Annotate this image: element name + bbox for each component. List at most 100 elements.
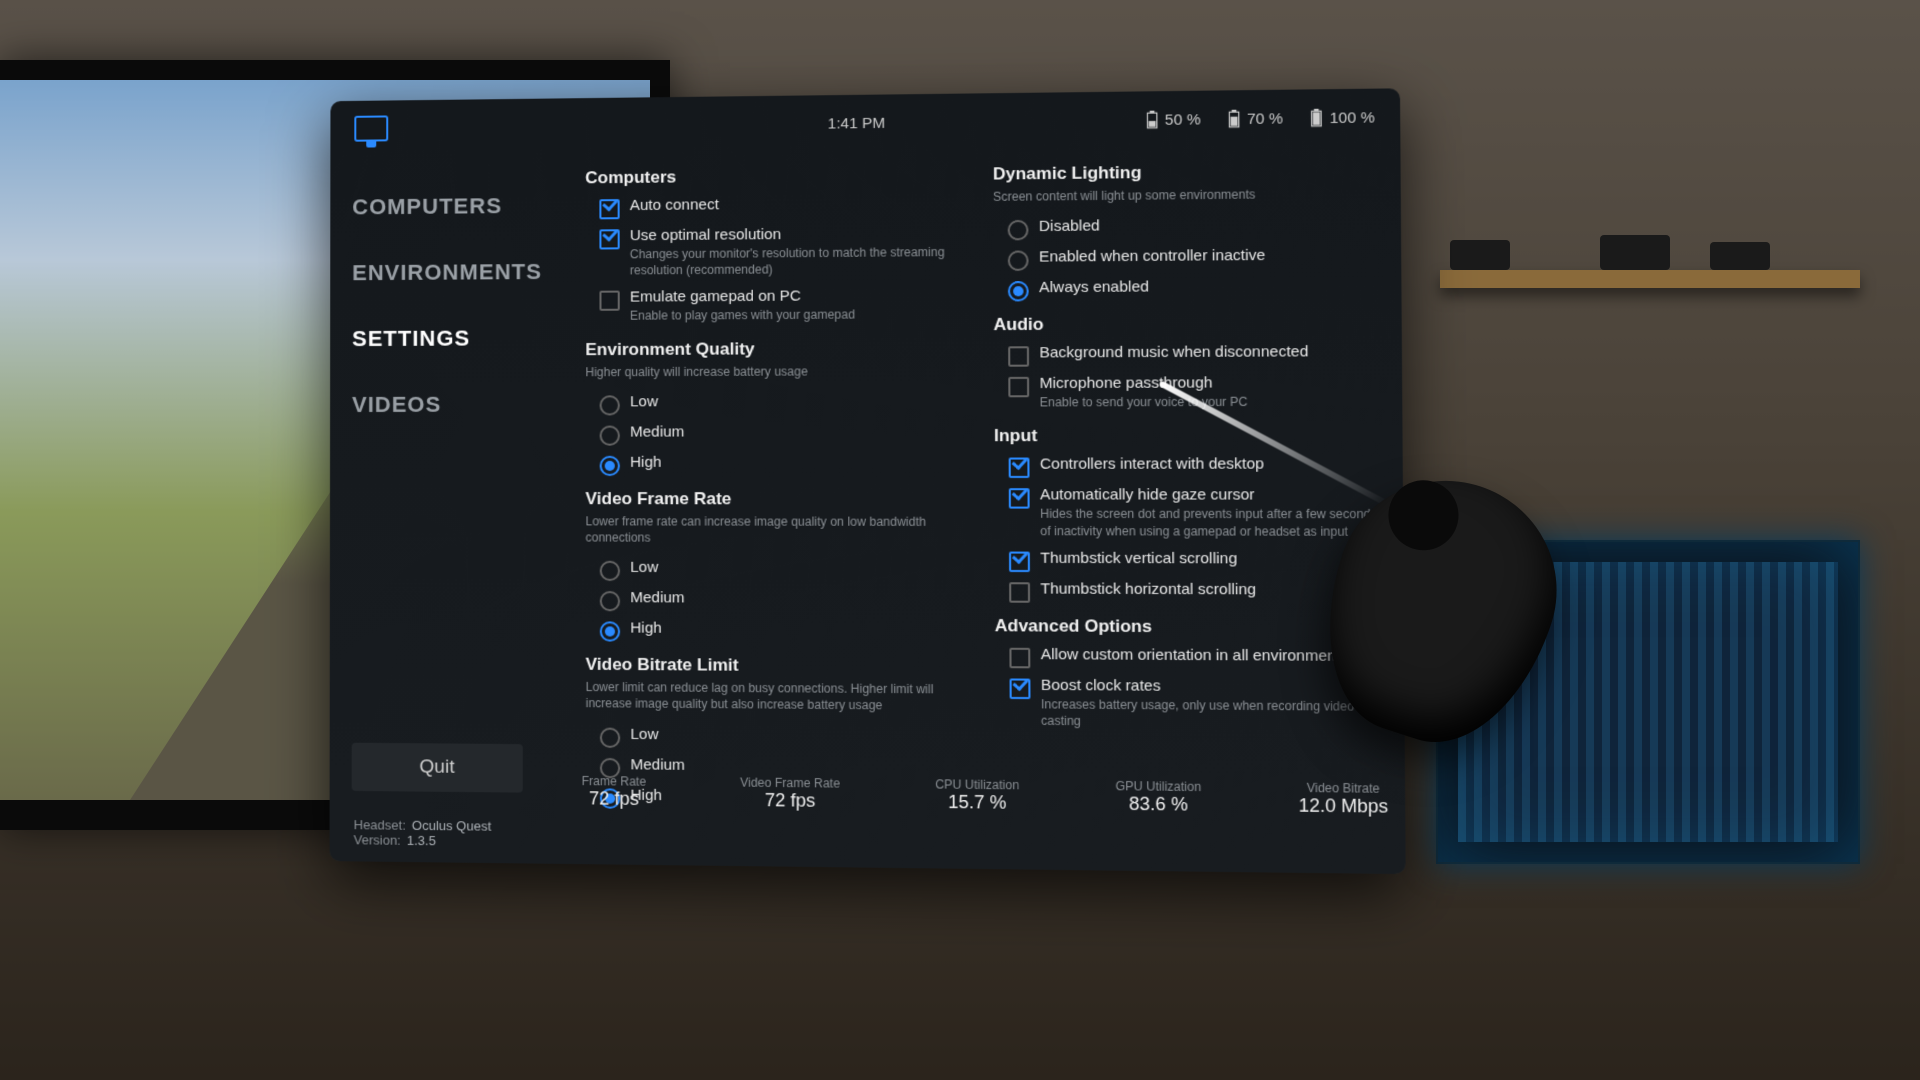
opt-dyn-disabled[interactable]: Disabled bbox=[993, 210, 1376, 244]
opt-allow-orientation[interactable]: Allow custom orientation in all environm… bbox=[995, 640, 1379, 673]
opt-vbl-low[interactable]: Low bbox=[586, 720, 960, 754]
section-sub: Higher quality will increase battery usa… bbox=[585, 362, 958, 380]
opt-label: Microphone passthrough bbox=[1040, 374, 1248, 392]
monitor-icon bbox=[354, 115, 388, 141]
opt-label: Low bbox=[630, 725, 658, 742]
opt-thumbstick-horizontal[interactable]: Thumbstick horizontal scrolling bbox=[995, 575, 1379, 607]
opt-use-optimal-resolution[interactable]: Use optimal resolution Changes your moni… bbox=[585, 219, 958, 284]
radio-icon bbox=[600, 425, 620, 445]
opt-label: Medium bbox=[630, 756, 684, 774]
nav-computers[interactable]: COMPUTERS bbox=[352, 172, 573, 240]
opt-boost-clock[interactable]: Boost clock rates Increases battery usag… bbox=[995, 671, 1379, 737]
opt-label: Low bbox=[630, 393, 658, 410]
section-env-quality: Environment Quality bbox=[585, 338, 958, 360]
radio-icon bbox=[600, 621, 620, 641]
opt-env-medium[interactable]: Medium bbox=[585, 418, 958, 449]
settings-content: Computers Auto connect Use optimal resol… bbox=[573, 146, 1406, 874]
opt-label: Thumbstick horizontal scrolling bbox=[1040, 580, 1256, 598]
left-column: Computers Auto connect Use optimal resol… bbox=[585, 154, 960, 868]
wall-shelf bbox=[1440, 270, 1860, 288]
battery-indicator: 100 % bbox=[1310, 108, 1374, 127]
checkbox-icon bbox=[1008, 346, 1029, 366]
checkbox-icon bbox=[1009, 647, 1030, 668]
battery-status-group: 50 % 70 % 100 % bbox=[1146, 108, 1375, 129]
opt-label: High bbox=[630, 453, 661, 470]
checkbox-icon bbox=[1009, 489, 1030, 509]
opt-vfr-medium[interactable]: Medium bbox=[586, 584, 960, 616]
opt-label: Auto connect bbox=[630, 196, 719, 214]
opt-label: Allow custom orientation in all environm… bbox=[1041, 646, 1349, 665]
opt-sublabel: Enable to play games with your gamepad bbox=[630, 307, 855, 325]
footer-info: Headset:Oculus Quest Version:1.3.5 bbox=[354, 817, 492, 849]
metric-video-bitrate: Video Bitrate12.0 Mbps bbox=[1298, 781, 1388, 818]
section-input: Input bbox=[994, 426, 1377, 447]
radio-icon bbox=[1008, 220, 1029, 241]
clock: 1:41 PM bbox=[828, 114, 886, 132]
metric-frame-rate: Frame Rate72 fps bbox=[582, 774, 647, 810]
radio-icon bbox=[600, 727, 620, 747]
checkbox-icon bbox=[1008, 377, 1029, 397]
opt-sublabel: Increases battery usage, only use when r… bbox=[1041, 696, 1379, 732]
opt-label: Automatically hide gaze cursor bbox=[1040, 487, 1377, 505]
nav-videos[interactable]: VIDEOS bbox=[352, 371, 573, 438]
opt-auto-connect[interactable]: Auto connect bbox=[585, 189, 958, 222]
opt-thumbstick-vertical[interactable]: Thumbstick vertical scrolling bbox=[994, 544, 1378, 576]
opt-label: High bbox=[630, 620, 661, 637]
section-sub: Lower frame rate can increase image qual… bbox=[585, 513, 959, 546]
opt-vfr-high[interactable]: High bbox=[586, 614, 960, 646]
opt-emulate-gamepad[interactable]: Emulate gamepad on PC Enable to play gam… bbox=[585, 282, 958, 330]
radio-icon bbox=[1008, 251, 1029, 272]
section-video-bitrate-limit: Video Bitrate Limit bbox=[586, 655, 960, 678]
nav-environments[interactable]: ENVIRONMENTS bbox=[352, 239, 573, 307]
opt-controllers-desktop[interactable]: Controllers interact with desktop bbox=[994, 450, 1377, 481]
radio-icon bbox=[600, 561, 620, 581]
radio-icon bbox=[600, 395, 620, 415]
checkbox-icon bbox=[599, 291, 619, 311]
radio-icon bbox=[600, 591, 620, 611]
checkbox-icon bbox=[1009, 551, 1030, 572]
section-sub: Lower limit can reduce lag on busy conne… bbox=[586, 679, 960, 714]
opt-label: Medium bbox=[630, 589, 684, 606]
nav-settings[interactable]: SETTINGS bbox=[352, 305, 573, 372]
sidebar: COMPUTERS ENVIRONMENTS SETTINGS VIDEOS Q… bbox=[330, 154, 574, 864]
settings-panel: 1:41 PM 50 % 70 % 100 % COMPUTERS ENVIRO… bbox=[330, 88, 1406, 874]
opt-sublabel: Enable to send your voice to your PC bbox=[1040, 394, 1248, 411]
opt-mic-passthrough[interactable]: Microphone passthrough Enable to send yo… bbox=[994, 369, 1377, 416]
checkbox-icon bbox=[599, 229, 619, 249]
section-dynamic-lighting: Dynamic Lighting bbox=[993, 161, 1375, 185]
checkbox-icon bbox=[1009, 582, 1030, 603]
opt-label: Controllers interact with desktop bbox=[1040, 456, 1264, 474]
opt-label: Thumbstick vertical scrolling bbox=[1040, 549, 1237, 567]
section-audio: Audio bbox=[993, 313, 1376, 335]
battery-indicator: 50 % bbox=[1146, 110, 1201, 129]
metric-video-frame-rate: Video Frame Rate72 fps bbox=[740, 775, 840, 812]
opt-sublabel: Changes your monitor's resolution to mat… bbox=[630, 244, 958, 279]
opt-label: Boost clock rates bbox=[1041, 676, 1379, 696]
opt-label: Always enabled bbox=[1039, 278, 1149, 296]
opt-env-low[interactable]: Low bbox=[585, 387, 958, 418]
opt-label: Emulate gamepad on PC bbox=[630, 288, 855, 306]
checkbox-icon bbox=[599, 199, 619, 219]
right-column: Dynamic Lighting Screen content will lig… bbox=[993, 150, 1380, 874]
section-video-frame-rate: Video Frame Rate bbox=[585, 489, 958, 510]
opt-sublabel: Hides the screen dot and prevents input … bbox=[1040, 506, 1378, 540]
opt-auto-hide-gaze[interactable]: Automatically hide gaze cursor Hides the… bbox=[994, 481, 1378, 544]
section-computers: Computers bbox=[585, 165, 958, 189]
opt-label: Low bbox=[630, 559, 658, 576]
quit-button[interactable]: Quit bbox=[352, 743, 523, 793]
checkbox-icon bbox=[1009, 458, 1030, 478]
radio-icon bbox=[600, 456, 620, 476]
opt-bg-music[interactable]: Background music when disconnected bbox=[994, 338, 1377, 370]
opt-label: Background music when disconnected bbox=[1039, 343, 1308, 361]
opt-vfr-low[interactable]: Low bbox=[585, 554, 959, 586]
opt-dyn-always[interactable]: Always enabled bbox=[993, 272, 1376, 305]
opt-label: Enabled when controller inactive bbox=[1039, 247, 1266, 266]
opt-env-high[interactable]: High bbox=[585, 448, 958, 479]
radio-icon bbox=[1008, 281, 1029, 301]
battery-indicator: 70 % bbox=[1228, 109, 1283, 128]
opt-label: Disabled bbox=[1039, 217, 1100, 235]
section-sub: Screen content will light up some enviro… bbox=[993, 185, 1375, 205]
section-advanced: Advanced Options bbox=[995, 616, 1379, 638]
checkbox-icon bbox=[1010, 678, 1031, 699]
opt-dyn-inactive[interactable]: Enabled when controller inactive bbox=[993, 241, 1376, 274]
